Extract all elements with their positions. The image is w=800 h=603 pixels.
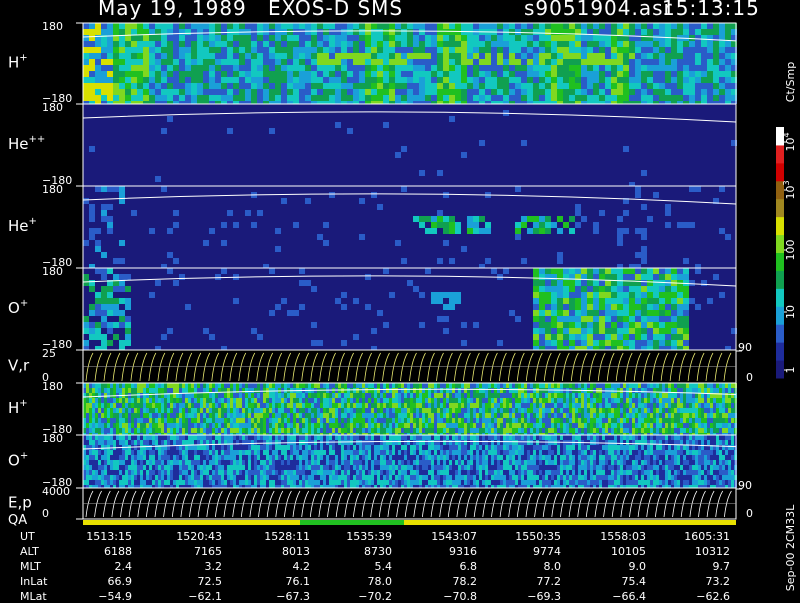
table-row-label: InLat [20, 575, 47, 588]
panel-5-right-max: 90 [738, 341, 752, 354]
table-row-label: MLT [20, 560, 41, 573]
instrument-title: EXOS-D SMS [268, 0, 403, 20]
panel-3-species-label: He+ [8, 216, 37, 235]
colorbar-step [776, 235, 784, 253]
table-cell: −69.3 [501, 590, 561, 603]
panel-7-species-label: O+ [8, 451, 28, 470]
panel-5-species-label: V,r [8, 357, 30, 375]
panel-2-species-label: He++ [8, 134, 45, 153]
qa-bar-good-segment [300, 520, 404, 525]
panel-2-background [83, 104, 736, 186]
colorbar-unit-label: Ct/Smp [784, 62, 797, 102]
colorbar-step [776, 360, 784, 378]
table-cell: 10312 [670, 545, 730, 558]
table-cell: 9316 [417, 545, 477, 558]
table-cell: 1543:07 [417, 530, 477, 543]
colorbar-step [776, 324, 784, 342]
panel-8-species-label: E,p [8, 494, 32, 512]
table-cell: 75.4 [586, 575, 646, 588]
table-cell: −70.2 [332, 590, 392, 603]
panel-1-species-label: H+ [8, 53, 28, 72]
panel-8-right-min: 0 [746, 507, 753, 520]
table-cell: 77.2 [501, 575, 561, 588]
table-cell: 1605:31 [670, 530, 730, 543]
table-cell: 2.4 [72, 560, 132, 573]
colorbar-step [776, 145, 784, 163]
panel-1-cells [83, 23, 737, 104]
panel-2-ymax-label: 180 [42, 101, 63, 114]
table-cell: 9774 [501, 545, 561, 558]
table-cell: 7165 [162, 545, 222, 558]
panel-1-ymax-label: 180 [42, 20, 63, 33]
panel-8-ymax-label: 4000 [42, 485, 70, 498]
table-cell: 66.9 [72, 575, 132, 588]
table-cell: 5.4 [332, 560, 392, 573]
table-cell: 8.0 [501, 560, 561, 573]
table-cell: −66.4 [586, 590, 646, 603]
panel-6-species-label: H+ [8, 398, 28, 417]
spectrogram-figure: 180−180H+180−180He++180−180He+180−180O+2… [0, 0, 800, 600]
panel-7-ymax-label: 180 [42, 432, 63, 445]
side-label: Sep-00 2CM33L [784, 504, 797, 591]
table-cell: 1528:11 [250, 530, 310, 543]
table-cell: 4.2 [250, 560, 310, 573]
table-cell: 78.0 [332, 575, 392, 588]
table-cell: 76.1 [250, 575, 310, 588]
colorbar-step [776, 217, 784, 235]
panel-8-right-max: 90 [738, 479, 752, 492]
table-cell: −62.1 [162, 590, 222, 603]
table-cell: 6.8 [417, 560, 477, 573]
colorbar-step [776, 288, 784, 306]
table-cell: 9.7 [670, 560, 730, 573]
panel-4-ymax-label: 180 [42, 265, 63, 278]
panel-6-cells [83, 383, 737, 435]
table-cell: −67.3 [250, 590, 310, 603]
colorbar-step [776, 253, 784, 271]
colorbar-step [776, 199, 784, 217]
table-cell: −70.8 [417, 590, 477, 603]
table-cell: 78.2 [417, 575, 477, 588]
table-cell: 8013 [250, 545, 310, 558]
table-cell: 9.0 [586, 560, 646, 573]
colorbar-step [776, 270, 784, 288]
table-cell: 72.5 [162, 575, 222, 588]
table-row-label: MLat [20, 590, 47, 603]
file-name: s9051904.asr [524, 0, 673, 20]
date-title: May 19, 1989 [98, 0, 247, 20]
panel-5-ymax-label: 25 [42, 347, 56, 360]
colorbar-step [776, 306, 784, 324]
panel-7-cells [83, 435, 737, 488]
table-cell: 10105 [586, 545, 646, 558]
table-cell: 6188 [72, 545, 132, 558]
table-cell: −62.6 [670, 590, 730, 603]
panel-5-right-min: 0 [746, 371, 753, 384]
header-time: 15:13:15 [662, 0, 760, 20]
colorbar-step [776, 342, 784, 360]
panel-6-ymax-label: 180 [42, 380, 63, 393]
table-cell: 8730 [332, 545, 392, 558]
table-cell: 73.2 [670, 575, 730, 588]
qa-bar [83, 520, 736, 525]
table-cell: 1550:35 [501, 530, 561, 543]
qa-label: QA [8, 513, 27, 528]
panel-8-ymin-label: 0 [42, 507, 49, 520]
table-row-label: ALT [20, 545, 39, 558]
table-cell: 1558:03 [586, 530, 646, 543]
table-cell: 3.2 [162, 560, 222, 573]
colorbar-step [776, 163, 784, 181]
table-cell: 1535:39 [332, 530, 392, 543]
table-cell: 1513:15 [72, 530, 132, 543]
table-row-label: UT [20, 530, 35, 543]
table-cell: 1520:43 [162, 530, 222, 543]
table-cell: −54.9 [72, 590, 132, 603]
panel-3-ymax-label: 180 [42, 183, 63, 196]
panel-4-species-label: O+ [8, 298, 28, 317]
